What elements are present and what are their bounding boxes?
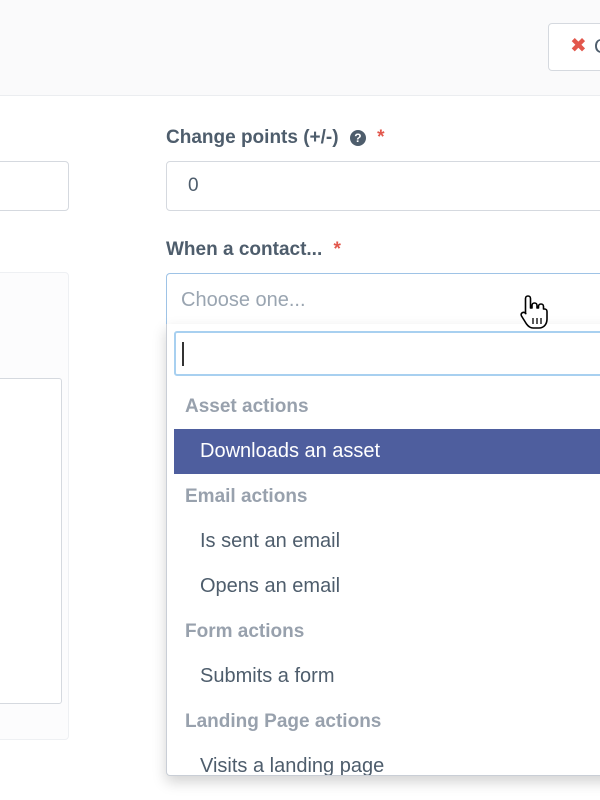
dropdown-options-list: Asset actions Downloads an asset Email a…: [174, 384, 600, 775]
option-group-landing-page-actions: Landing Page actions: [185, 711, 382, 732]
close-button-label: C: [594, 36, 600, 58]
required-asterisk: *: [377, 127, 385, 148]
option-opens-an-email[interactable]: Opens an email: [174, 564, 600, 609]
option-is-sent-an-email[interactable]: Is sent an email: [174, 519, 600, 564]
when-contact-label-text: When a contact...: [166, 239, 323, 260]
option-downloads-an-asset[interactable]: Downloads an asset: [174, 429, 600, 474]
when-contact-label: When a contact... *: [166, 238, 341, 262]
select-placeholder: Choose one...: [181, 289, 306, 311]
change-points-label-text: Change points (+/-): [166, 127, 339, 148]
close-button[interactable]: ✖ C: [548, 23, 600, 71]
option-visits-a-landing-page[interactable]: Visits a landing page: [174, 744, 600, 775]
select-dropdown: Asset actions Downloads an asset Email a…: [166, 324, 600, 776]
top-toolbar: ✖ C: [0, 0, 600, 96]
change-points-input[interactable]: [166, 161, 600, 211]
text-caret: [182, 342, 184, 366]
left-column-textarea[interactable]: [0, 378, 62, 704]
option-group-form-actions: Form actions: [185, 621, 305, 642]
option-group-asset-actions: Asset actions: [185, 396, 309, 417]
question-circle-icon[interactable]: ?: [349, 130, 366, 146]
required-asterisk: *: [333, 239, 341, 260]
option-group-email-actions: Email actions: [185, 486, 308, 507]
left-column-input[interactable]: [0, 161, 69, 211]
hand-pointer-icon: [520, 295, 548, 329]
close-icon: ✖: [570, 35, 587, 57]
dropdown-search-input[interactable]: [174, 331, 600, 376]
change-points-label: Change points (+/-) ? *: [166, 126, 385, 150]
option-submits-a-form[interactable]: Submits a form: [174, 654, 600, 699]
